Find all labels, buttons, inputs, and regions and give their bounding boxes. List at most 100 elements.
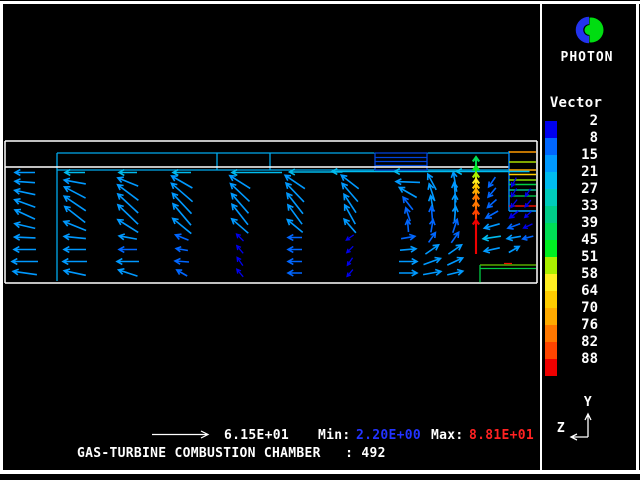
legend-swatch: [545, 359, 557, 376]
velocity-arrow: [447, 270, 463, 276]
velocity-arrow: [399, 270, 417, 276]
window-border-top: [0, 1, 640, 4]
legend-value: 45: [558, 232, 598, 248]
axis-label-y: Y: [581, 395, 595, 410]
velocity-arrow: [117, 259, 139, 265]
velocity-arrow: [347, 258, 352, 265]
velocity-arrow: [347, 246, 353, 252]
velocity-arrow: [237, 269, 243, 277]
legend-swatch: [545, 172, 557, 189]
velocity-arrow: [63, 259, 87, 265]
velocity-arrow: [64, 234, 86, 240]
velocity-arrow: [118, 185, 139, 201]
velocity-arrow: [429, 233, 436, 243]
legend-swatch: [545, 206, 557, 223]
vector-plot: [0, 0, 640, 480]
velocity-arrow: [237, 257, 243, 265]
legend-value: 76: [558, 317, 598, 333]
velocity-arrow: [13, 269, 37, 275]
velocity-arrow: [288, 247, 302, 253]
velocity-arrow: [346, 235, 353, 240]
velocity-arrow: [173, 193, 192, 213]
velocity-arrow: [423, 270, 441, 276]
velocity-arrow: [173, 204, 191, 225]
min-value: 2.20E+00: [356, 428, 421, 443]
velocity-vectors: [12, 157, 533, 277]
velocity-arrow: [483, 235, 501, 241]
legend-swatch: [545, 121, 557, 138]
plot-caption: GAS-TURBINE COMBUSTION CHAMBER : 492: [77, 446, 386, 461]
velocity-arrow: [176, 234, 189, 240]
legend-title: Vector: [545, 96, 607, 111]
window-border-left: [0, 1, 3, 474]
axis-label-z: Z: [554, 421, 568, 436]
max-label: Max:: [431, 428, 464, 443]
velocity-arrow: [341, 175, 358, 189]
velocity-arrow: [488, 188, 496, 197]
velocity-arrow: [399, 259, 417, 265]
legend-value: 82: [558, 334, 598, 350]
brand-name: PHOTON: [556, 50, 618, 65]
velocity-arrow: [347, 270, 353, 277]
legend-value: 39: [558, 215, 598, 231]
velocity-arrow: [430, 220, 436, 233]
velocity-arrow: [448, 245, 461, 254]
legend-swatch: [545, 240, 557, 257]
window-border-right: [636, 1, 639, 474]
legend-swatch: [545, 308, 557, 325]
velocity-arrow: [64, 221, 86, 231]
velocity-arrow: [484, 224, 499, 230]
legend-swatch: [545, 257, 557, 274]
velocity-arrow: [119, 247, 137, 253]
panel-separator: [540, 1, 542, 474]
velocity-arrow: [524, 224, 533, 229]
legend-swatch: [545, 138, 557, 155]
legend-value: 51: [558, 249, 598, 265]
velocity-arrow: [523, 236, 534, 241]
legend-swatch: [545, 155, 557, 172]
velocity-arrow: [15, 189, 36, 195]
velocity-arrow: [237, 234, 244, 241]
velocity-arrow: [399, 188, 416, 198]
velocity-arrow: [64, 247, 86, 253]
axis-triad-icon: [571, 414, 591, 440]
legend-value: 8: [558, 130, 598, 146]
window-border-bottom: [0, 470, 640, 474]
legend-swatch: [545, 342, 557, 359]
velocity-arrow: [119, 234, 137, 240]
legend-value: 33: [558, 198, 598, 214]
velocity-arrow: [288, 235, 302, 241]
velocity-arrow: [424, 258, 441, 265]
min-label: Min:: [318, 428, 351, 443]
velocity-arrow: [288, 270, 302, 276]
velocity-arrow: [119, 269, 138, 276]
legend-swatch: [545, 189, 557, 206]
legend-value: 70: [558, 300, 598, 316]
velocity-arrow: [400, 246, 416, 252]
legend-value: 88: [558, 351, 598, 367]
velocity-arrow: [488, 200, 497, 208]
photon-app-window: PHOTON Vector 28152127333945515864707682…: [0, 0, 640, 480]
velocity-arrow: [15, 179, 35, 185]
velocity-arrow: [64, 178, 86, 184]
legend-value: 2: [558, 113, 598, 129]
reference-arrow-icon: [152, 431, 208, 438]
velocity-arrow: [237, 246, 243, 254]
legend-value: 15: [558, 147, 598, 163]
velocity-arrow: [12, 259, 38, 265]
velocity-arrow: [15, 222, 35, 228]
color-legend: 2815212733394551586470768288: [545, 121, 599, 401]
velocity-arrow: [177, 270, 187, 276]
legend-swatch: [545, 325, 557, 342]
velocity-arrow: [509, 247, 519, 253]
velocity-arrow: [396, 179, 420, 185]
legend-value: 27: [558, 181, 598, 197]
velocity-arrow: [403, 197, 413, 210]
velocity-arrow: [118, 194, 138, 213]
legend-value: 21: [558, 164, 598, 180]
velocity-arrow: [507, 235, 521, 241]
velocity-arrow: [175, 259, 189, 265]
photon-logo-icon: [564, 10, 608, 52]
velocity-arrow: [287, 193, 303, 213]
velocity-arrow: [15, 210, 35, 220]
